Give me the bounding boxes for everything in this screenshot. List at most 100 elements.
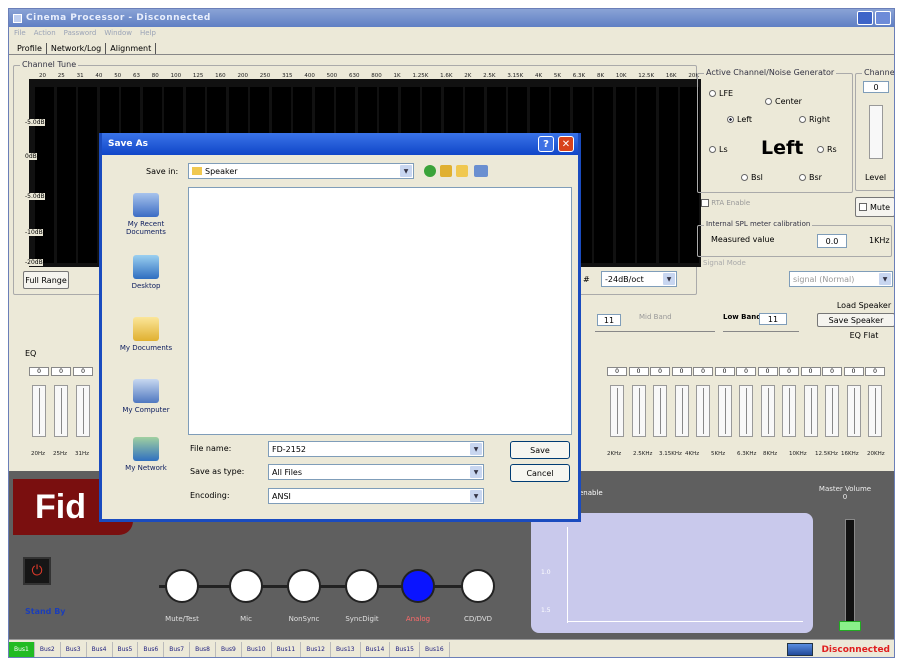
eq-value-box[interactable]: 0 <box>779 367 799 376</box>
eq-fader[interactable] <box>653 385 667 437</box>
tune-bar[interactable] <box>637 87 656 263</box>
eq-value-box[interactable]: 0 <box>51 367 71 376</box>
bus-button[interactable]: Bus3 <box>61 641 87 657</box>
back-icon[interactable] <box>424 165 436 177</box>
tune-bar[interactable] <box>594 87 613 263</box>
radio-ls[interactable]: Ls <box>709 145 728 154</box>
bus-button[interactable]: Bus2 <box>35 641 61 657</box>
menu-password[interactable]: Password <box>64 29 97 37</box>
place-documents[interactable]: My Documents <box>108 317 184 352</box>
eq-value-box[interactable]: 0 <box>843 367 864 376</box>
menu-help[interactable]: Help <box>140 29 156 37</box>
encoding-select[interactable]: ANSI ▼ <box>268 488 484 504</box>
master-volume-slider[interactable] <box>845 519 855 627</box>
tune-bar[interactable] <box>658 87 678 263</box>
bus-button[interactable]: Bus10 <box>242 641 272 657</box>
radio-right[interactable]: Right <box>799 115 830 124</box>
bus-button[interactable]: Bus11 <box>272 641 302 657</box>
radio-center[interactable]: Center <box>765 97 802 106</box>
eq-value-box[interactable]: 0 <box>650 367 670 376</box>
place-network[interactable]: My Network <box>108 437 184 472</box>
eq-value-box[interactable]: 0 <box>714 367 735 376</box>
band-slider-2[interactable] <box>639 331 715 332</box>
bus-button[interactable]: Bus4 <box>87 641 113 657</box>
bus-button[interactable]: Bus8 <box>190 641 216 657</box>
eq-fader[interactable] <box>803 385 818 437</box>
rta-enable[interactable]: RTA Enable <box>701 199 750 207</box>
menu-action[interactable]: Action <box>34 29 56 37</box>
up-folder-icon[interactable] <box>440 165 452 177</box>
menu-window[interactable]: Window <box>104 29 132 37</box>
eq-value-box[interactable]: 0 <box>73 367 93 376</box>
save-button[interactable]: Save <box>510 441 570 459</box>
menu-file[interactable]: File <box>14 29 26 37</box>
tune-bar[interactable] <box>56 87 76 263</box>
low-band-input[interactable]: 11 <box>759 313 787 325</box>
load-speaker-link[interactable]: Load Speaker <box>829 301 894 310</box>
bus-button[interactable]: Bus12 <box>301 641 331 657</box>
radio-bsl[interactable]: Bsl <box>741 173 763 182</box>
band-slider-3[interactable] <box>723 331 799 332</box>
place-desktop[interactable]: Desktop <box>108 255 184 290</box>
place-recent[interactable]: My Recent Documents <box>108 193 184 236</box>
signal-mode-select[interactable]: signal (Normal) ▼ <box>789 271 893 287</box>
mute-checkbox[interactable]: Mute <box>855 197 894 217</box>
views-menu-icon[interactable] <box>474 165 488 177</box>
bus-button[interactable]: Bus9 <box>216 641 242 657</box>
eq-fader[interactable] <box>76 385 90 437</box>
close-icon[interactable]: ✕ <box>558 136 574 152</box>
eq-flat-link[interactable]: EQ Flat <box>829 331 894 340</box>
eq-fader[interactable] <box>696 385 710 437</box>
eq-fader[interactable] <box>717 385 732 437</box>
eq-value-box[interactable]: 0 <box>29 367 49 376</box>
tune-bar[interactable] <box>78 87 97 263</box>
bus-button[interactable]: Bus14 <box>361 641 391 657</box>
save-in-select[interactable]: Speaker ▼ <box>188 163 414 179</box>
eq-fader[interactable] <box>54 385 68 437</box>
bus-button[interactable]: Bus1 <box>9 641 35 657</box>
tab-alignment[interactable]: Alignment <box>106 43 157 54</box>
tab-profile[interactable]: Profile <box>13 43 47 54</box>
full-range-button[interactable]: Full Range <box>23 271 69 289</box>
bus-button[interactable]: Bus5 <box>113 641 139 657</box>
eq-value-box[interactable]: 0 <box>757 367 778 376</box>
eq-fader[interactable] <box>825 385 839 437</box>
eq-fader[interactable] <box>868 385 882 437</box>
source-nonsync-button[interactable] <box>287 569 321 603</box>
eq-value-box[interactable]: 0 <box>693 367 713 376</box>
bus-button[interactable]: Bus15 <box>390 641 420 657</box>
eq-value-box[interactable]: 0 <box>628 367 649 376</box>
tune-bar[interactable] <box>35 87 54 263</box>
channel-level-slider[interactable] <box>869 105 883 159</box>
bus-button[interactable]: Bus13 <box>331 641 361 657</box>
eq-fader[interactable] <box>760 385 775 437</box>
eq-value-box[interactable]: 0 <box>736 367 756 376</box>
source-analog-button[interactable] <box>401 569 435 603</box>
bus-button[interactable]: Bus7 <box>164 641 191 657</box>
master-volume-knob[interactable] <box>839 621 861 631</box>
radio-rs[interactable]: Rs <box>817 145 837 154</box>
radio-lfe[interactable]: LFE <box>709 89 733 98</box>
tune-bar[interactable] <box>615 87 635 263</box>
eq-fader[interactable] <box>631 385 646 437</box>
measured-value-input[interactable]: 0.0 <box>817 234 847 248</box>
bus-button[interactable]: Bus6 <box>138 641 165 657</box>
eq-value-box[interactable]: 0 <box>822 367 842 376</box>
band-input-1[interactable]: 11 <box>597 314 621 326</box>
eq-value-box[interactable]: 0 <box>607 367 627 376</box>
help-icon[interactable]: ? <box>538 136 554 152</box>
radio-left[interactable]: Left <box>727 115 752 124</box>
power-button[interactable]: ⏻ <box>23 557 51 585</box>
eq-fader[interactable] <box>739 385 753 437</box>
slope-select[interactable]: -24dB/oct ▼ <box>601 271 677 287</box>
eq-fader[interactable] <box>846 385 861 437</box>
place-computer[interactable]: My Computer <box>108 379 184 414</box>
source-mic-button[interactable] <box>229 569 263 603</box>
eq-fader[interactable] <box>610 385 624 437</box>
source-syncdigit-button[interactable] <box>345 569 379 603</box>
source-mute-test-button[interactable] <box>165 569 199 603</box>
rta-enable-checkbox[interactable] <box>701 199 709 207</box>
bus-button[interactable]: Bus16 <box>420 641 450 657</box>
eq-fader[interactable] <box>674 385 689 437</box>
eq-value-box[interactable]: 0 <box>865 367 885 376</box>
